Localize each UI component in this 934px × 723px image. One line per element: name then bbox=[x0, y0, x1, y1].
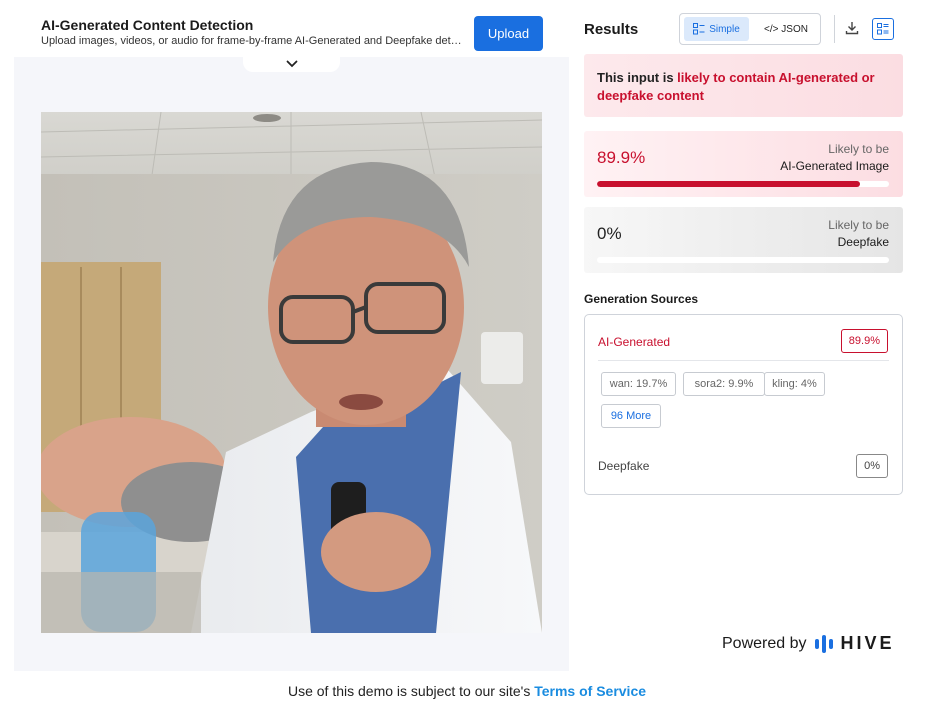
verdict-prefix: This input is bbox=[597, 70, 678, 85]
app-title: AI-Generated Content Detection bbox=[41, 17, 254, 33]
more-sources-button[interactable]: 96 More bbox=[601, 404, 661, 428]
ai-card-label: AI-Generated Image bbox=[780, 159, 889, 173]
simple-label: Simple bbox=[709, 23, 740, 35]
ai-generated-source-badge: 89.9% bbox=[840, 329, 888, 353]
generation-sources-title: Generation Sources bbox=[584, 292, 699, 306]
list-icon bbox=[693, 23, 705, 35]
panel-header: AI-Generated Content Detection Upload im… bbox=[14, 0, 569, 57]
powered-by-text: Powered by bbox=[722, 634, 807, 652]
download-button[interactable] bbox=[843, 19, 861, 37]
hive-brand: HIVE bbox=[840, 633, 895, 653]
ai-progress-track bbox=[597, 181, 889, 187]
footer-text: Use of this demo is subject to our site'… bbox=[287, 683, 535, 699]
json-view-button[interactable]: </> JSON bbox=[754, 17, 818, 41]
source-chip-sora2: sora2: 9.9% bbox=[683, 372, 765, 396]
deepfake-card-label: Deepfake bbox=[837, 235, 889, 249]
ai-likely-text: Likely to be bbox=[828, 142, 889, 156]
footer: Use of this demo is subject to our site'… bbox=[0, 683, 934, 699]
source-divider bbox=[598, 360, 889, 361]
verdict-banner: This input is likely to contain AI-gener… bbox=[584, 54, 903, 117]
generation-sources-box: AI-Generated 89.9% wan: 19.7% sora2: 9.9… bbox=[584, 314, 903, 495]
upload-panel: AI-Generated Content Detection Upload im… bbox=[14, 0, 569, 671]
media-preview bbox=[41, 112, 542, 633]
ai-generated-source-label: AI-Generated bbox=[598, 335, 671, 349]
collapse-toggle[interactable] bbox=[243, 55, 340, 72]
layout-view-button[interactable] bbox=[872, 18, 894, 40]
simple-view-button[interactable]: Simple bbox=[684, 17, 749, 41]
source-chip-kling: kling: 4% bbox=[764, 372, 825, 396]
upload-button[interactable]: Upload bbox=[474, 16, 543, 51]
view-mode-toggle: Simple </> JSON bbox=[679, 13, 821, 45]
json-label: </> JSON bbox=[764, 23, 808, 35]
deepfake-progress-track bbox=[597, 257, 889, 263]
hive-logo-icon bbox=[814, 634, 833, 653]
ai-progress-fill bbox=[597, 181, 860, 187]
view-list-icon bbox=[877, 23, 889, 35]
source-chip-wan: wan: 19.7% bbox=[601, 372, 676, 396]
deepfake-percent: 0% bbox=[597, 224, 622, 243]
powered-by[interactable]: Powered by HIVE bbox=[722, 633, 895, 654]
ai-generated-card: 89.9% Likely to be AI-Generated Image bbox=[584, 131, 903, 197]
app-subtitle: Upload images, videos, or audio for fram… bbox=[41, 35, 466, 47]
results-title: Results bbox=[584, 21, 639, 38]
deepfake-source-label: Deepfake bbox=[598, 459, 650, 473]
ai-percent: 89.9% bbox=[597, 148, 646, 167]
deepfake-card: 0% Likely to be Deepfake bbox=[584, 207, 903, 273]
deepfake-source-badge: 0% bbox=[856, 454, 888, 478]
toolbar-divider bbox=[834, 15, 835, 43]
chevron-down-icon bbox=[286, 60, 297, 67]
download-icon bbox=[845, 22, 859, 35]
terms-of-service-link[interactable]: Terms of Service bbox=[534, 683, 646, 699]
deepfake-likely-text: Likely to be bbox=[828, 218, 889, 232]
